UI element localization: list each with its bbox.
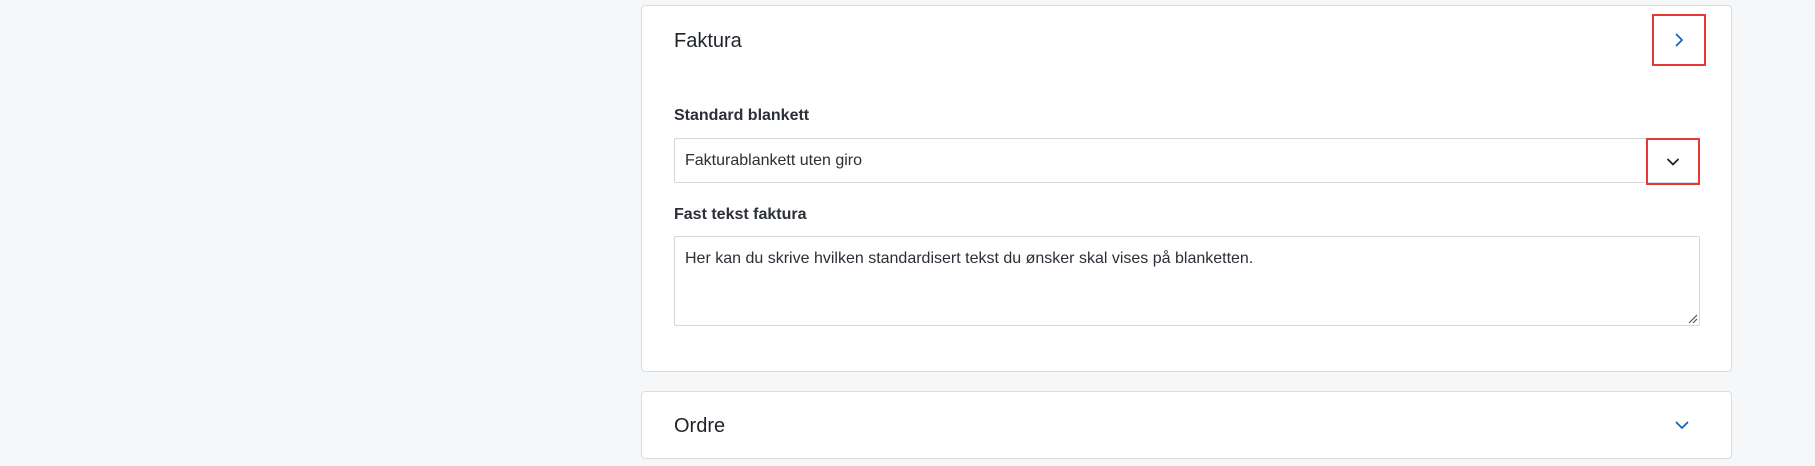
ordre-panel[interactable]: Ordre bbox=[641, 391, 1732, 459]
ordre-panel-title: Ordre bbox=[674, 415, 726, 437]
faktura-panel-title: Faktura bbox=[674, 30, 742, 52]
settings-column: Faktura Standard blankett Fakturablanket… bbox=[641, 5, 1732, 459]
standard-blankett-select[interactable]: Fakturablankett uten giro bbox=[674, 138, 1700, 185]
fast-tekst-faktura-value: Her kan du skrive hvilken standardisert … bbox=[685, 250, 1254, 267]
chevron-right-icon bbox=[1675, 33, 1683, 47]
standard-blankett-selected-value: Fakturablankett uten giro bbox=[685, 152, 862, 169]
chevron-down-icon bbox=[1667, 158, 1679, 165]
standard-blankett-label: Standard blankett bbox=[674, 107, 810, 124]
faktura-toggle-button[interactable] bbox=[1652, 14, 1706, 66]
standard-blankett-dropdown-button[interactable] bbox=[1646, 138, 1700, 185]
resize-handle-icon[interactable] bbox=[1686, 312, 1698, 324]
chevron-down-icon bbox=[1675, 421, 1689, 429]
faktura-panel: Faktura Standard blankett Fakturablanket… bbox=[641, 5, 1732, 372]
fast-tekst-faktura-textarea[interactable]: Her kan du skrive hvilken standardisert … bbox=[674, 236, 1700, 326]
fast-tekst-faktura-label: Fast tekst faktura bbox=[674, 206, 807, 223]
ordre-toggle-button[interactable] bbox=[1672, 415, 1692, 435]
